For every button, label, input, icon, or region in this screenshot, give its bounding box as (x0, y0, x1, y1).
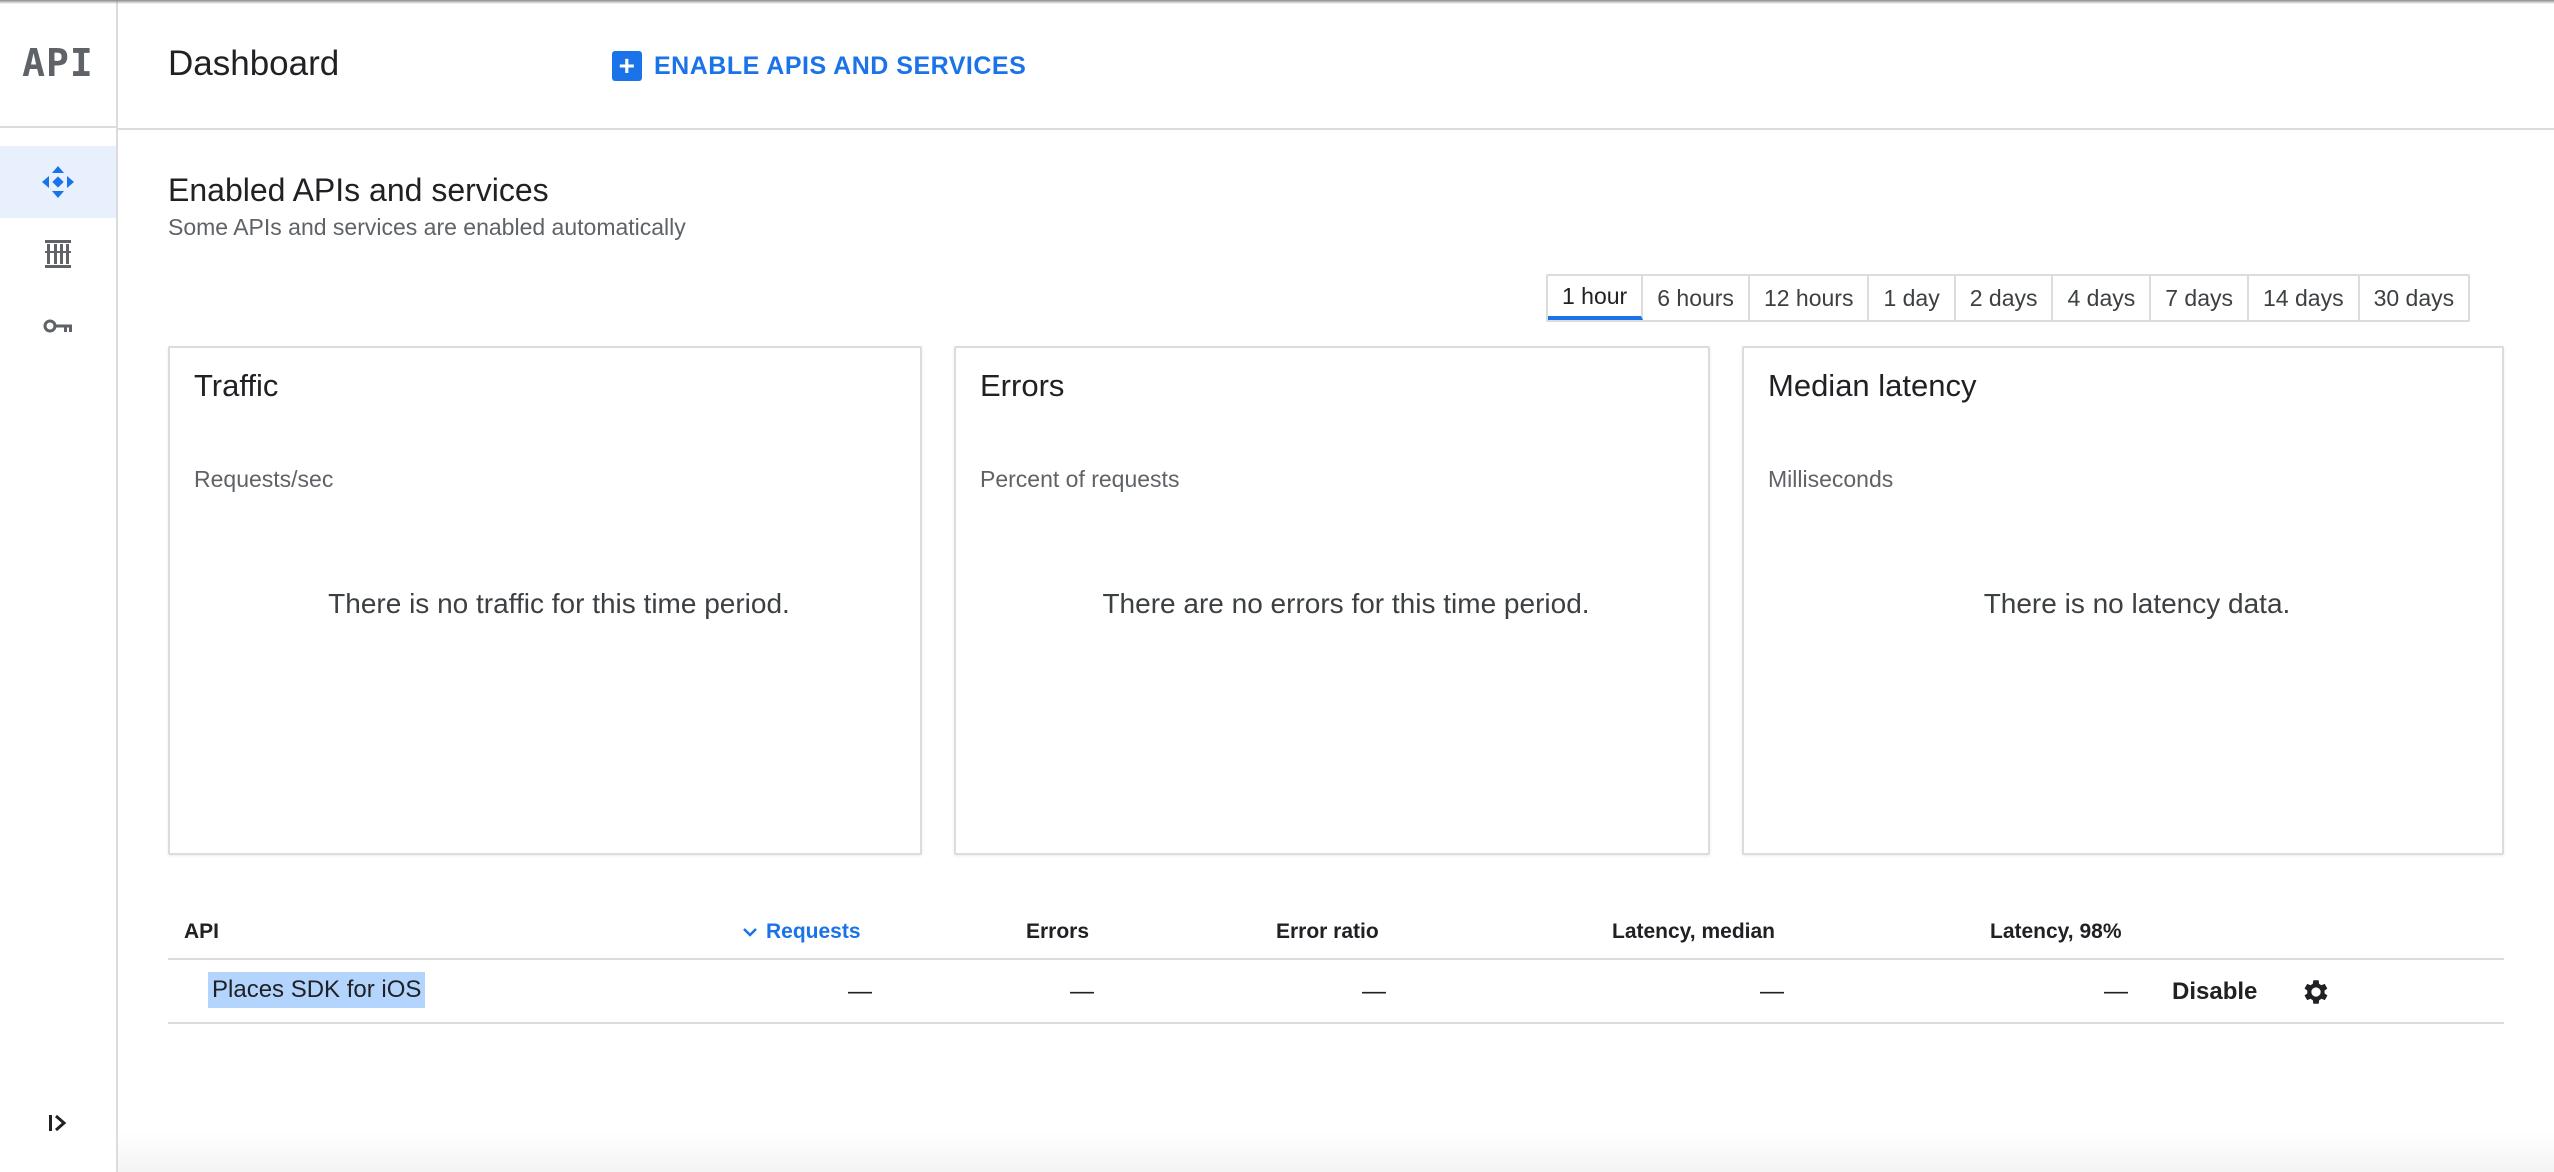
column-header-requests[interactable]: Requests (742, 920, 861, 944)
card-title: Median latency (1768, 368, 1977, 403)
chevron-down-icon (742, 920, 758, 944)
section-subtitle: Some APIs and services are enabled autom… (168, 214, 686, 240)
top-shadow (0, 0, 2554, 4)
card-empty-message: There are no errors for this time period… (1102, 588, 1590, 619)
table-row: Places SDK for iOS — — — — — Disable (168, 960, 2504, 1024)
page-header: Dashboard + ENABLE APIS AND SERVICES (118, 0, 2554, 130)
api-logo: API (0, 0, 116, 128)
time-range-30-days[interactable]: 30 days (2360, 276, 2469, 320)
time-range-2-days[interactable]: 2 days (1956, 276, 2054, 320)
card-empty-message: There is no traffic for this time period… (328, 588, 790, 619)
traffic-card: Traffic Requests/sec There is no traffic… (168, 346, 922, 855)
card-title: Errors (980, 368, 1065, 403)
api-name-link[interactable]: Places SDK for iOS (208, 972, 426, 1008)
time-range-selector: 1 hour 6 hours 12 hours 1 day 2 days 4 d… (1546, 274, 2471, 322)
table-header-row: API Requests Errors Error ratio Latency,… (168, 900, 2504, 960)
time-range-7-days[interactable]: 7 days (2151, 276, 2250, 320)
time-range-1-hour[interactable]: 1 hour (1548, 276, 1644, 320)
rail-item-dashboard[interactable] (0, 146, 116, 218)
library-icon (43, 238, 73, 270)
cell-latency-98: — (2104, 978, 2128, 1005)
plus-icon: + (612, 51, 642, 81)
column-header-api[interactable]: API (184, 920, 219, 944)
enable-apis-button[interactable]: + ENABLE APIS AND SERVICES (612, 46, 1026, 86)
rail-item-library[interactable] (0, 218, 116, 290)
card-title: Traffic (194, 368, 279, 403)
column-header-latency-98[interactable]: Latency, 98% (1990, 920, 2122, 944)
cell-requests: — (848, 978, 872, 1005)
left-rail: API (0, 0, 118, 1172)
section-title: Enabled APIs and services (168, 172, 549, 208)
cell-latency-median: — (1760, 978, 1784, 1005)
column-header-latency-median[interactable]: Latency, median (1612, 920, 1775, 944)
app-frame: API Dashboard + ENABLE APIS AND SERVICES… (0, 0, 2554, 1172)
time-range-4-days[interactable]: 4 days (2053, 276, 2152, 320)
bottom-fade (118, 1132, 2554, 1172)
card-empty-message: There is no latency data. (1983, 588, 2291, 619)
column-header-requests-label: Requests (766, 920, 861, 943)
enable-apis-label: ENABLE APIS AND SERVICES (654, 51, 1027, 80)
gear-icon[interactable] (2300, 976, 2332, 1013)
expand-sidebar-button[interactable] (0, 1090, 116, 1160)
time-range-12-hours[interactable]: 12 hours (1750, 276, 1870, 320)
page-title: Dashboard (168, 44, 340, 83)
cell-errors: — (1070, 978, 1094, 1005)
time-range-6-hours[interactable]: 6 hours (1643, 276, 1750, 320)
dashboard-icon (40, 164, 76, 200)
api-table: API Requests Errors Error ratio Latency,… (168, 900, 2504, 1024)
rail-item-credentials[interactable] (0, 290, 116, 362)
median-latency-card: Median latency Milliseconds There is no … (1742, 346, 2504, 855)
card-subtitle: Requests/sec (194, 466, 334, 492)
disable-button[interactable]: Disable (2172, 978, 2257, 1006)
time-range-14-days[interactable]: 14 days (2249, 276, 2360, 320)
expand-sidebar-icon (46, 1111, 70, 1140)
time-range-1-day[interactable]: 1 day (1869, 276, 1956, 320)
errors-card: Errors Percent of requests There are no … (954, 346, 1710, 855)
column-header-errors[interactable]: Errors (1026, 920, 1089, 944)
cell-error-ratio: — (1362, 978, 1386, 1005)
column-header-error-ratio[interactable]: Error ratio (1276, 920, 1379, 944)
card-subtitle: Milliseconds (1768, 466, 1894, 492)
key-icon (42, 316, 74, 336)
card-subtitle: Percent of requests (980, 466, 1180, 492)
